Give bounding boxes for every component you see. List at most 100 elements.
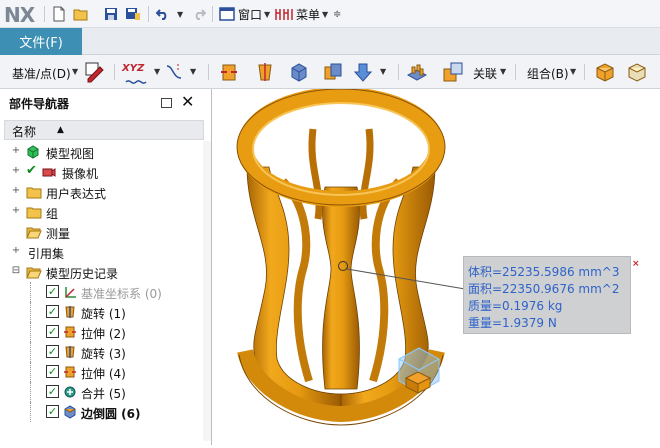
ribbon-tab-bar: 文件(F) bbox=[0, 28, 660, 55]
weight-value: 重量=1.9379 N bbox=[468, 316, 557, 330]
tree-node[interactable]: + 模型视图 bbox=[0, 142, 210, 162]
tree-line bbox=[30, 362, 31, 382]
visibility-checkbox[interactable]: ✓ bbox=[46, 285, 59, 298]
expand-icon[interactable]: + bbox=[11, 166, 21, 176]
block-icon[interactable] bbox=[288, 61, 310, 83]
customize-icon[interactable]: ≑ bbox=[333, 9, 341, 20]
visibility-checkbox[interactable]: ✓ bbox=[46, 385, 59, 398]
chevron-down-icon[interactable]: ▼ bbox=[72, 67, 78, 76]
revolve-icon[interactable] bbox=[254, 61, 276, 83]
area-value: 面积=22350.9676 mm^2 bbox=[468, 282, 620, 296]
tree-line bbox=[30, 342, 31, 362]
extrude-icon[interactable] bbox=[218, 61, 240, 83]
folder-icon bbox=[26, 185, 42, 199]
feature-label: 拉伸 (2) bbox=[81, 327, 126, 341]
measurement-panel: 体积=25235.5986 mm^3 面积=22350.9676 mm^2 质量… bbox=[463, 256, 631, 334]
window-icon[interactable] bbox=[218, 5, 236, 23]
collapse-icon[interactable]: ⊟ bbox=[11, 266, 21, 276]
chevron-down-icon[interactable]: ▼ bbox=[570, 67, 576, 76]
check-icon: ✔ bbox=[26, 163, 37, 178]
open-folder-icon[interactable] bbox=[72, 5, 90, 23]
combine-dropdown[interactable]: 组合(B) bbox=[527, 65, 569, 82]
visibility-checkbox[interactable]: ✓ bbox=[46, 405, 59, 418]
nx-logo: NX bbox=[4, 3, 35, 27]
expand-icon[interactable]: + bbox=[11, 246, 21, 256]
redo-icon[interactable] bbox=[190, 5, 208, 23]
render-cube-icon[interactable] bbox=[626, 61, 648, 83]
tree-node-label: 用户表达式 bbox=[46, 187, 107, 201]
arrow-down-icon[interactable] bbox=[352, 61, 374, 83]
feature-row[interactable]: ✓ 拉伸 (4) bbox=[0, 362, 210, 382]
folder-icon bbox=[26, 205, 42, 219]
associate-dropdown[interactable]: 关联 bbox=[473, 65, 497, 82]
shaded-cube-icon[interactable] bbox=[594, 61, 616, 83]
column-header-name[interactable]: 名称 ▲ bbox=[4, 120, 204, 140]
sort-ascending-icon: ▲ bbox=[57, 125, 64, 135]
save-icon[interactable] bbox=[102, 5, 120, 23]
chevron-down-icon[interactable]: ▼ bbox=[154, 67, 160, 76]
menu-menu[interactable]: 菜单 bbox=[296, 6, 320, 23]
chevron-down-icon[interactable]: ▼ bbox=[177, 10, 183, 19]
extrude-icon bbox=[63, 325, 77, 339]
navigator-title: 部件导航器 bbox=[9, 97, 70, 111]
curve-icon[interactable] bbox=[125, 73, 147, 84]
pattern-icon[interactable] bbox=[406, 61, 428, 83]
divider bbox=[44, 6, 45, 22]
close-icon[interactable]: ✕ bbox=[181, 92, 194, 111]
chevron-down-icon[interactable]: ▼ bbox=[380, 67, 386, 76]
visibility-checkbox[interactable]: ✓ bbox=[46, 305, 59, 318]
divider bbox=[208, 64, 209, 80]
window-menu[interactable]: 窗口 bbox=[238, 6, 262, 23]
tree-node[interactable]: ⊟ 模型历史记录 bbox=[0, 262, 210, 282]
extrude-icon bbox=[63, 365, 77, 379]
unite-icon[interactable] bbox=[322, 61, 344, 83]
tab-file[interactable]: 文件(F) bbox=[0, 28, 82, 55]
chevron-down-icon[interactable]: ▼ bbox=[190, 67, 196, 76]
feature-row[interactable]: ✓ 拉伸 (2) bbox=[0, 322, 210, 342]
tree-node-label: 摄像机 bbox=[62, 167, 99, 181]
chevron-down-icon[interactable]: ▼ bbox=[500, 67, 506, 76]
feature-row[interactable]: ✓ 合并 (5) bbox=[0, 382, 210, 402]
tree-line bbox=[30, 302, 31, 322]
feature-row-selected[interactable]: ✓ 边倒圆 (6) bbox=[0, 402, 210, 422]
close-icon[interactable]: × bbox=[632, 259, 640, 269]
undo-icon[interactable] bbox=[154, 5, 172, 23]
expand-icon[interactable]: + bbox=[11, 206, 21, 216]
tree-node[interactable]: + 引用集 bbox=[0, 242, 210, 262]
tree-line bbox=[30, 402, 31, 422]
chevron-down-icon[interactable]: ▼ bbox=[264, 10, 270, 19]
visibility-checkbox[interactable]: ✓ bbox=[46, 345, 59, 358]
divider bbox=[212, 6, 213, 22]
maximize-icon[interactable] bbox=[161, 98, 172, 108]
feature-label: 旋转 (3) bbox=[81, 347, 126, 361]
feature-row[interactable]: ✓ 旋转 (1) bbox=[0, 302, 210, 322]
sketch-icon[interactable] bbox=[84, 61, 106, 83]
tree-node[interactable]: + 用户表达式 bbox=[0, 182, 210, 202]
menu-icon[interactable] bbox=[275, 5, 293, 23]
datum-point-dropdown[interactable]: 基准/点(D) bbox=[12, 65, 71, 82]
visibility-checkbox[interactable]: ✓ bbox=[46, 325, 59, 338]
tree-node-label: 模型历史记录 bbox=[46, 267, 119, 281]
divider bbox=[515, 64, 516, 80]
project-curve-icon[interactable] bbox=[164, 61, 186, 83]
new-file-icon[interactable] bbox=[50, 5, 68, 23]
tree-node-label: 模型视图 bbox=[46, 147, 95, 161]
associate-icon[interactable] bbox=[442, 61, 464, 83]
mass-value: 质量=0.1976 kg bbox=[468, 299, 563, 313]
tree-node-label: 测量 bbox=[46, 227, 71, 241]
feature-row[interactable]: ✓ 旋转 (3) bbox=[0, 342, 210, 362]
feature-row[interactable]: ✓ 基准坐标系 (0) bbox=[0, 282, 210, 302]
visibility-checkbox[interactable]: ✓ bbox=[46, 365, 59, 378]
feature-label: 旋转 (1) bbox=[81, 307, 126, 321]
chevron-down-icon[interactable]: ▼ bbox=[322, 10, 328, 19]
expand-icon[interactable]: + bbox=[11, 146, 21, 156]
tree-node[interactable]: + 组 bbox=[0, 202, 210, 222]
tree-line bbox=[30, 322, 31, 342]
tree-node[interactable]: 测量 bbox=[0, 222, 210, 242]
divider bbox=[148, 6, 149, 22]
tree-node[interactable]: + ✔ 摄像机 bbox=[0, 162, 210, 182]
part-navigator: 部件导航器 ✕ 名称 ▲ + 模型视图 + ✔ 摄像机 + 用户表达式 + 组测量 + 引用集 ⊟ 模型… bbox=[0, 89, 212, 445]
save-all-icon[interactable] bbox=[124, 5, 142, 23]
expand-icon[interactable]: + bbox=[11, 186, 21, 196]
datum-csys-icon bbox=[63, 285, 77, 299]
